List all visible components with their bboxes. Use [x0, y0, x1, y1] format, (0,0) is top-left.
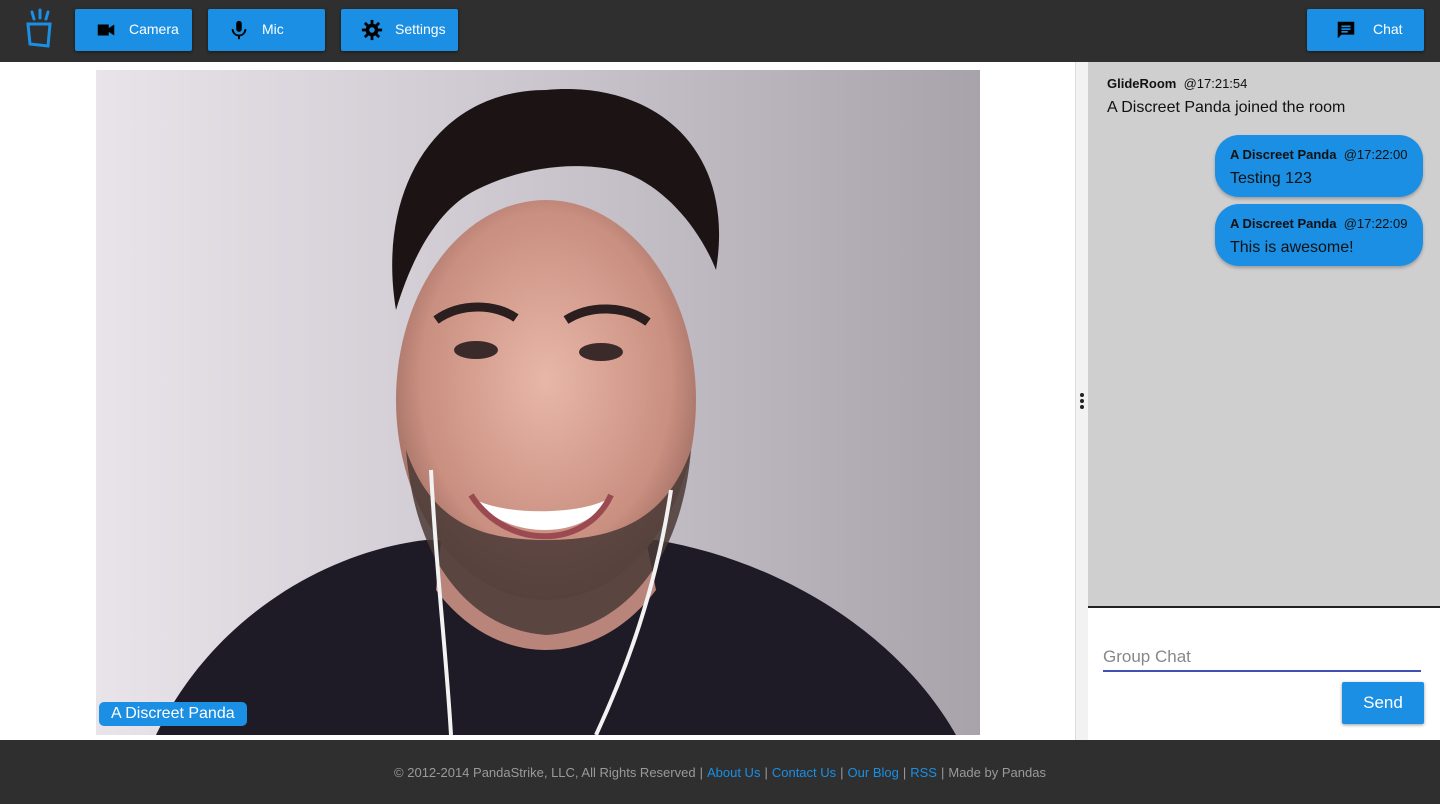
system-message-header: GlideRoom @17:21:54 — [1107, 76, 1345, 91]
footer-link-rss[interactable]: RSS — [910, 765, 937, 780]
footer-separator: | — [699, 764, 703, 780]
footer-separator: | — [840, 764, 844, 780]
camera-button-label: Camera — [129, 21, 179, 37]
chat-panel: GlideRoom @17:21:54 A Discreet Panda joi… — [1088, 62, 1440, 606]
chat-message-time: @17:22:09 — [1343, 216, 1408, 231]
send-button[interactable]: Send — [1342, 682, 1424, 724]
grip-dot — [1080, 393, 1084, 397]
camera-button[interactable]: Camera — [75, 9, 192, 51]
footer-link-about[interactable]: About Us — [707, 765, 760, 780]
chat-toggle-button[interactable]: Chat — [1307, 9, 1424, 51]
footer-separator: | — [764, 764, 768, 780]
chat-message-text: This is awesome! — [1230, 239, 1354, 256]
footer-copyright: © 2012-2014 PandaStrike, LLC, All Rights… — [394, 764, 696, 780]
mic-button[interactable]: Mic — [208, 9, 325, 51]
grip-dot — [1080, 399, 1084, 403]
chat-message-sender: A Discreet Panda — [1230, 147, 1337, 162]
footer: © 2012-2014 PandaStrike, LLC, All Rights… — [0, 740, 1440, 804]
footer-separator: | — [940, 764, 945, 780]
video-frame-illustration — [96, 70, 980, 735]
settings-button-label: Settings — [395, 21, 446, 37]
system-message-time: @17:21:54 — [1183, 76, 1248, 91]
participant-name-tag: A Discreet Panda — [99, 702, 247, 726]
chat-message-sender: A Discreet Panda — [1230, 216, 1337, 231]
chat-message-header: A Discreet Panda @17:22:09 — [1230, 216, 1408, 231]
app-logo-icon[interactable] — [20, 8, 60, 54]
chat-message-header: A Discreet Panda @17:22:00 — [1230, 147, 1408, 162]
settings-button[interactable]: Settings — [341, 9, 458, 51]
video-stream[interactable]: A Discreet Panda — [96, 70, 980, 735]
system-message-text: A Discreet Panda joined the room — [1107, 99, 1346, 116]
chat-message: A Discreet Panda @17:22:00 Testing 123 — [1215, 135, 1423, 197]
chat-bubble-icon — [1337, 21, 1355, 39]
top-toolbar: Camera Mic Settings Chat — [0, 0, 1440, 62]
chat-message-time: @17:22:00 — [1343, 147, 1408, 162]
group-chat-input[interactable] — [1103, 644, 1421, 672]
panel-resize-handle[interactable] — [1075, 62, 1088, 740]
chat-message-text: Testing 123 — [1230, 170, 1312, 187]
footer-separator: | — [902, 764, 907, 780]
video-camera-icon — [97, 24, 115, 36]
footer-link-contact[interactable]: Contact Us — [772, 765, 836, 780]
gear-icon — [361, 19, 383, 41]
system-message-sender: GlideRoom — [1107, 76, 1177, 91]
chat-compose-area: Send — [1088, 606, 1440, 740]
grip-dot — [1080, 405, 1084, 409]
system-message: GlideRoom @17:21:54 A Discreet Panda joi… — [1107, 76, 1345, 117]
microphone-icon — [231, 20, 247, 40]
footer-link-blog[interactable]: Our Blog — [848, 765, 899, 780]
mic-button-label: Mic — [262, 21, 284, 37]
footer-made-by: Made by Pandas — [948, 764, 1046, 780]
chat-button-label: Chat — [1373, 21, 1403, 37]
chat-message: A Discreet Panda @17:22:09 This is aweso… — [1215, 204, 1423, 266]
